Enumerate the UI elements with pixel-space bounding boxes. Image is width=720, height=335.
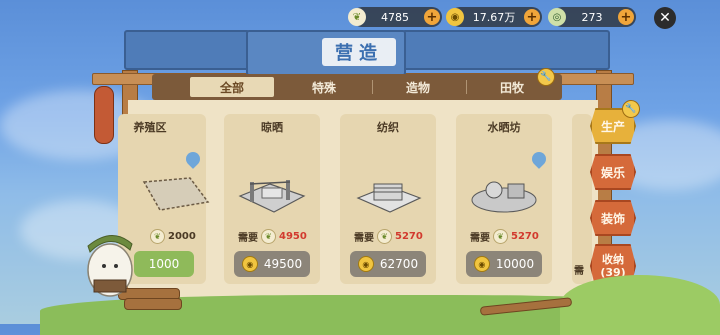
requirement-label: 需 xyxy=(574,266,584,277)
build-button[interactable]: 1000 xyxy=(134,251,194,277)
build-cost: 62700 xyxy=(379,257,419,271)
requirement-value: 4950 xyxy=(279,231,307,242)
pasture-illustration xyxy=(142,177,210,211)
resource-gem-value: 273 xyxy=(581,10,603,24)
sprout-icon: ❦ xyxy=(377,229,392,244)
requirement: 需 xyxy=(574,262,584,277)
wrench-icon[interactable]: 🔧 xyxy=(622,100,640,118)
requirement: 需要 ❦ 5270 xyxy=(354,229,423,244)
sprout-icon: ❦ xyxy=(150,229,165,244)
coin-icon: ◉ xyxy=(473,256,490,272)
close-icon: ✕ xyxy=(659,10,671,26)
building-name: 养殖区 xyxy=(133,121,167,134)
requirement-label: 需要 xyxy=(354,233,374,244)
gem-icon: ◎ xyxy=(548,8,566,26)
tab-divider xyxy=(466,80,467,94)
requirement: 需要 ❦ 5270 xyxy=(470,229,539,244)
resource-coin-value: 17.67万 xyxy=(472,11,516,24)
build-cost: 10000 xyxy=(495,257,535,271)
build-cost: 1000 xyxy=(148,257,180,271)
drying-rack-illustration xyxy=(238,180,306,213)
building-name: 晾晒 xyxy=(261,121,283,134)
sprout-icon: ❦ xyxy=(261,229,276,244)
sprout-icon: ❦ xyxy=(493,229,508,244)
lantern-decoration xyxy=(94,86,114,144)
requirement-value: 5270 xyxy=(511,231,539,242)
water-workshop-illustration xyxy=(471,181,537,213)
coin-icon: ◉ xyxy=(446,8,464,26)
tab-crafting[interactable]: 造物 xyxy=(376,77,460,97)
add-sprout-button[interactable]: + xyxy=(424,9,440,25)
mascot-character xyxy=(87,235,133,297)
tab-special[interactable]: 特殊 xyxy=(282,77,366,97)
resource-coin: ◉ 17.67万 + xyxy=(446,7,542,27)
panel-title: 营造 xyxy=(322,38,396,66)
side-tab-decoration[interactable]: 装饰 xyxy=(590,200,636,236)
build-button[interactable]: ◉ 49500 xyxy=(234,251,310,277)
requirement-value: 2000 xyxy=(168,231,196,242)
loom-illustration xyxy=(356,183,422,213)
requirement-value: 5270 xyxy=(395,231,423,242)
tab-all[interactable]: 全部 xyxy=(190,77,274,97)
grass-bush xyxy=(560,275,720,335)
requirement-label: 需要 xyxy=(238,233,258,244)
sprout-icon: ❦ xyxy=(348,8,366,26)
coin-icon: ◉ xyxy=(241,256,258,272)
requirement: ❦ 2000 xyxy=(150,229,196,244)
build-button[interactable]: ◉ 10000 xyxy=(466,251,542,277)
building-name: 纺织 xyxy=(377,121,399,134)
add-coin-button[interactable]: + xyxy=(524,9,540,25)
roof-left xyxy=(124,30,250,70)
add-gem-button[interactable]: + xyxy=(618,9,634,25)
requirement: 需要 ❦ 4950 xyxy=(238,229,307,244)
building-name: 水晒坊 xyxy=(487,121,521,134)
resource-sprout-value: 4785 xyxy=(381,10,409,24)
side-tab-storage-label: 收纳 xyxy=(602,253,624,266)
roof-right xyxy=(402,30,610,70)
close-button[interactable]: ✕ xyxy=(654,7,676,29)
resource-gem: ◎ 273 + xyxy=(548,7,636,27)
requirement-label: 需要 xyxy=(470,233,490,244)
wrench-icon[interactable]: 🔧 xyxy=(537,68,555,86)
building-card[interactable] xyxy=(572,114,592,284)
tab-divider xyxy=(372,80,373,94)
build-button[interactable]: ◉ 62700 xyxy=(350,251,426,277)
side-tab-entertainment[interactable]: 娱乐 xyxy=(590,154,636,190)
build-cost: 49500 xyxy=(263,257,303,271)
resource-sprout: ❦ 4785 + xyxy=(348,7,442,27)
coin-icon: ◉ xyxy=(357,256,374,272)
